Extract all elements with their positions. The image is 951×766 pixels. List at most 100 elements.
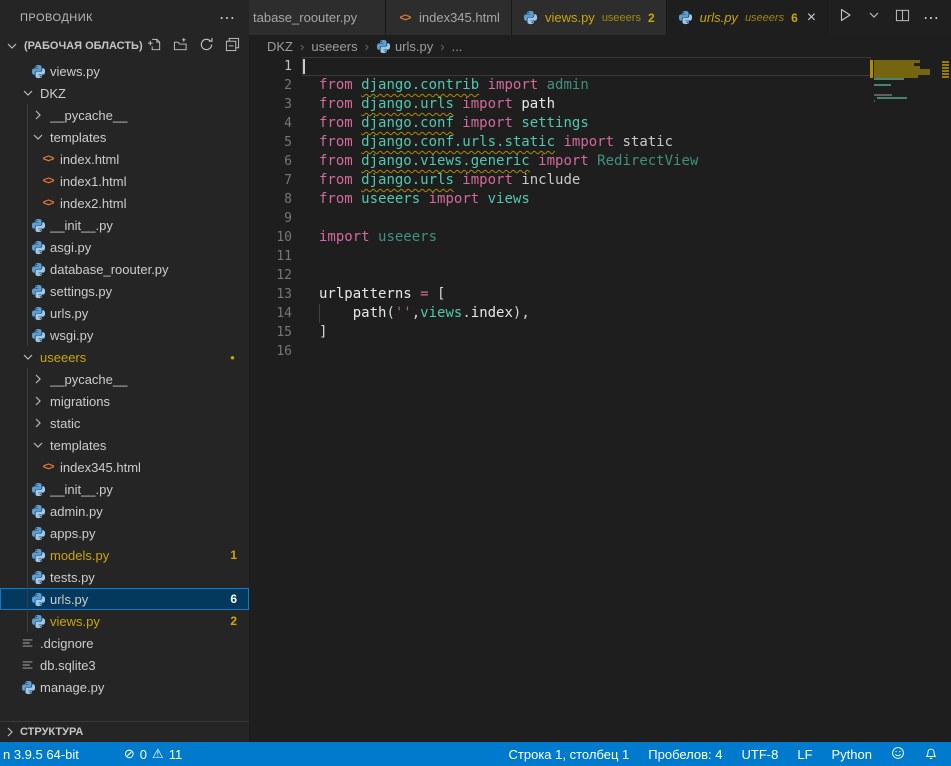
breadcrumb-item[interactable]: useeers	[311, 39, 357, 54]
status-notifications[interactable]	[924, 746, 938, 763]
code-line-10[interactable]: 10import useeers	[249, 228, 951, 247]
tree-file-urls.py[interactable]: urls.py6	[0, 588, 249, 610]
tree-item-label: db.sqlite3	[40, 658, 249, 673]
line-number: 13	[249, 285, 292, 304]
run-dropdown[interactable]	[866, 7, 882, 28]
tab-urls.py[interactable]: urls.pyuseeers6×	[667, 0, 828, 35]
tree-file-__init__.py[interactable]: __init__.py	[0, 478, 249, 500]
tree-file-db.sqlite3[interactable]: db.sqlite3	[0, 654, 249, 676]
tab-label: urls.py	[700, 10, 738, 25]
new-folder-button[interactable]	[171, 37, 189, 55]
tree-item-label: models.py	[50, 548, 230, 563]
line-number: 8	[249, 190, 292, 209]
tree-file-__init__.py[interactable]: __init__.py	[0, 214, 249, 236]
code-line-2[interactable]: 2from django.contrib import admin	[249, 76, 951, 95]
breadcrumb-separator: ›	[365, 39, 369, 54]
tab-index345.html[interactable]: <>index345.html	[386, 0, 512, 35]
chevron-right-icon	[30, 415, 46, 431]
status-indentation[interactable]: Пробелов: 4	[648, 747, 722, 762]
line-number: 11	[249, 247, 292, 266]
code-line-9[interactable]: 9	[249, 209, 951, 228]
tree-file-views.py[interactable]: views.py2	[0, 610, 249, 632]
status-interpreter[interactable]: n 3.9.5 64-bit	[3, 747, 79, 762]
close-tab-button[interactable]: ×	[807, 10, 816, 26]
chevron-down-icon	[30, 129, 46, 145]
tree-file-wsgi.py[interactable]: wsgi.py	[0, 324, 249, 346]
split-editor-button[interactable]	[895, 8, 910, 28]
tree-folder-static[interactable]: static	[0, 412, 249, 434]
current-line-highlight	[302, 57, 871, 76]
status-feedback[interactable]	[891, 746, 905, 763]
code-line-5[interactable]: 5from django.conf.urls.static import sta…	[249, 133, 951, 152]
code-line-11[interactable]: 11	[249, 247, 951, 266]
code-editor[interactable]: 12from django.contrib import admin3from …	[249, 57, 951, 742]
tree-folder-templates[interactable]: templates	[0, 434, 249, 456]
code-line-14[interactable]: 14 path('',views.index),	[249, 304, 951, 323]
breadcrumb-item[interactable]: ...	[452, 39, 463, 54]
tree-folder-__pycache__[interactable]: __pycache__	[0, 368, 249, 390]
code-line-4[interactable]: 4from django.conf import settings	[249, 114, 951, 133]
collapse-all-button[interactable]	[223, 37, 241, 55]
tree-file-manage.py[interactable]: manage.py	[0, 676, 249, 698]
code-line-15[interactable]: 15]	[249, 323, 951, 342]
explorer-more-actions[interactable]: ⋯	[219, 8, 235, 28]
tree-file-index345.html[interactable]: <>index345.html	[0, 456, 249, 478]
more-actions-button[interactable]: ⋯	[923, 8, 939, 28]
status-eol[interactable]: LF	[797, 747, 812, 762]
workspace-section-header[interactable]: (РАБОЧАЯ ОБЛАСТЬ) ...	[0, 35, 249, 57]
tree-file-views.py[interactable]: views.py	[0, 60, 249, 82]
tree-file-database_roouter.py[interactable]: database_roouter.py	[0, 258, 249, 280]
code-line-8[interactable]: 8from useeers import views	[249, 190, 951, 209]
overview-ruler[interactable]	[940, 57, 951, 742]
tree-item-label: index.html	[60, 152, 249, 167]
tab-tabase_roouter.py[interactable]: tabase_roouter.py	[249, 0, 386, 35]
tree-item-label: templates	[50, 130, 249, 145]
run-button[interactable]	[837, 7, 853, 28]
tree-file-asgi.py[interactable]: asgi.py	[0, 236, 249, 258]
tree-folder-useeers[interactable]: useeers●	[0, 346, 249, 368]
tree-item-label: index2.html	[60, 196, 249, 211]
tree-folder-templates[interactable]: templates	[0, 126, 249, 148]
tree-folder-DKZ[interactable]: DKZ	[0, 82, 249, 104]
status-problems[interactable]: ⊘0⚠11	[124, 746, 182, 762]
tab-views.py[interactable]: views.pyuseeers2	[512, 0, 667, 35]
tree-item-label: index1.html	[60, 174, 249, 189]
line-number: 2	[249, 76, 292, 95]
new-folder-icon	[173, 37, 188, 55]
breadcrumb-item[interactable]: DKZ	[267, 39, 293, 54]
tree-folder-__pycache__[interactable]: __pycache__	[0, 104, 249, 126]
tree-file-apps.py[interactable]: apps.py	[0, 522, 249, 544]
tab-bar: tabase_roouter.py<>index345.htmlviews.py…	[249, 0, 951, 35]
tree-file-.dcignore[interactable]: .dcignore	[0, 632, 249, 654]
tree-file-index2.html[interactable]: <>index2.html	[0, 192, 249, 214]
tree-file-admin.py[interactable]: admin.py	[0, 500, 249, 522]
tree-item-label: manage.py	[40, 680, 249, 695]
tree-file-urls.py[interactable]: urls.py	[0, 302, 249, 324]
code-line-16[interactable]: 16	[249, 342, 951, 361]
status-language-mode[interactable]: Python	[832, 747, 872, 762]
python-icon	[30, 217, 46, 233]
python-icon	[30, 327, 46, 343]
tree-file-models.py[interactable]: models.py1	[0, 544, 249, 566]
code-line-6[interactable]: 6from django.views.generic import Redire…	[249, 152, 951, 171]
refresh-button[interactable]	[197, 37, 215, 55]
tree-file-settings.py[interactable]: settings.py	[0, 280, 249, 302]
new-file-button[interactable]	[145, 37, 163, 55]
code-line-3[interactable]: 3from django.urls import path	[249, 95, 951, 114]
tree-file-tests.py[interactable]: tests.py	[0, 566, 249, 588]
outline-section-header[interactable]: СТРУКТУРА	[0, 721, 249, 742]
tree-folder-migrations[interactable]: migrations	[0, 390, 249, 412]
code-line-7[interactable]: 7from django.urls import include	[249, 171, 951, 190]
code-line-13[interactable]: 13urlpatterns = [	[249, 285, 951, 304]
tree-file-index.html[interactable]: <>index.html	[0, 148, 249, 170]
refresh-icon	[199, 37, 214, 55]
tree-item-label: apps.py	[50, 526, 249, 541]
line-number: 15	[249, 323, 292, 342]
breadcrumb-item[interactable]: urls.py	[376, 39, 433, 54]
python-icon	[30, 283, 46, 299]
status-encoding[interactable]: UTF-8	[742, 747, 779, 762]
tree-file-index1.html[interactable]: <>index1.html	[0, 170, 249, 192]
code-line-12[interactable]: 12	[249, 266, 951, 285]
status-cursor-position[interactable]: Строка 1, столбец 1	[509, 747, 630, 762]
minimap[interactable]	[872, 57, 940, 217]
